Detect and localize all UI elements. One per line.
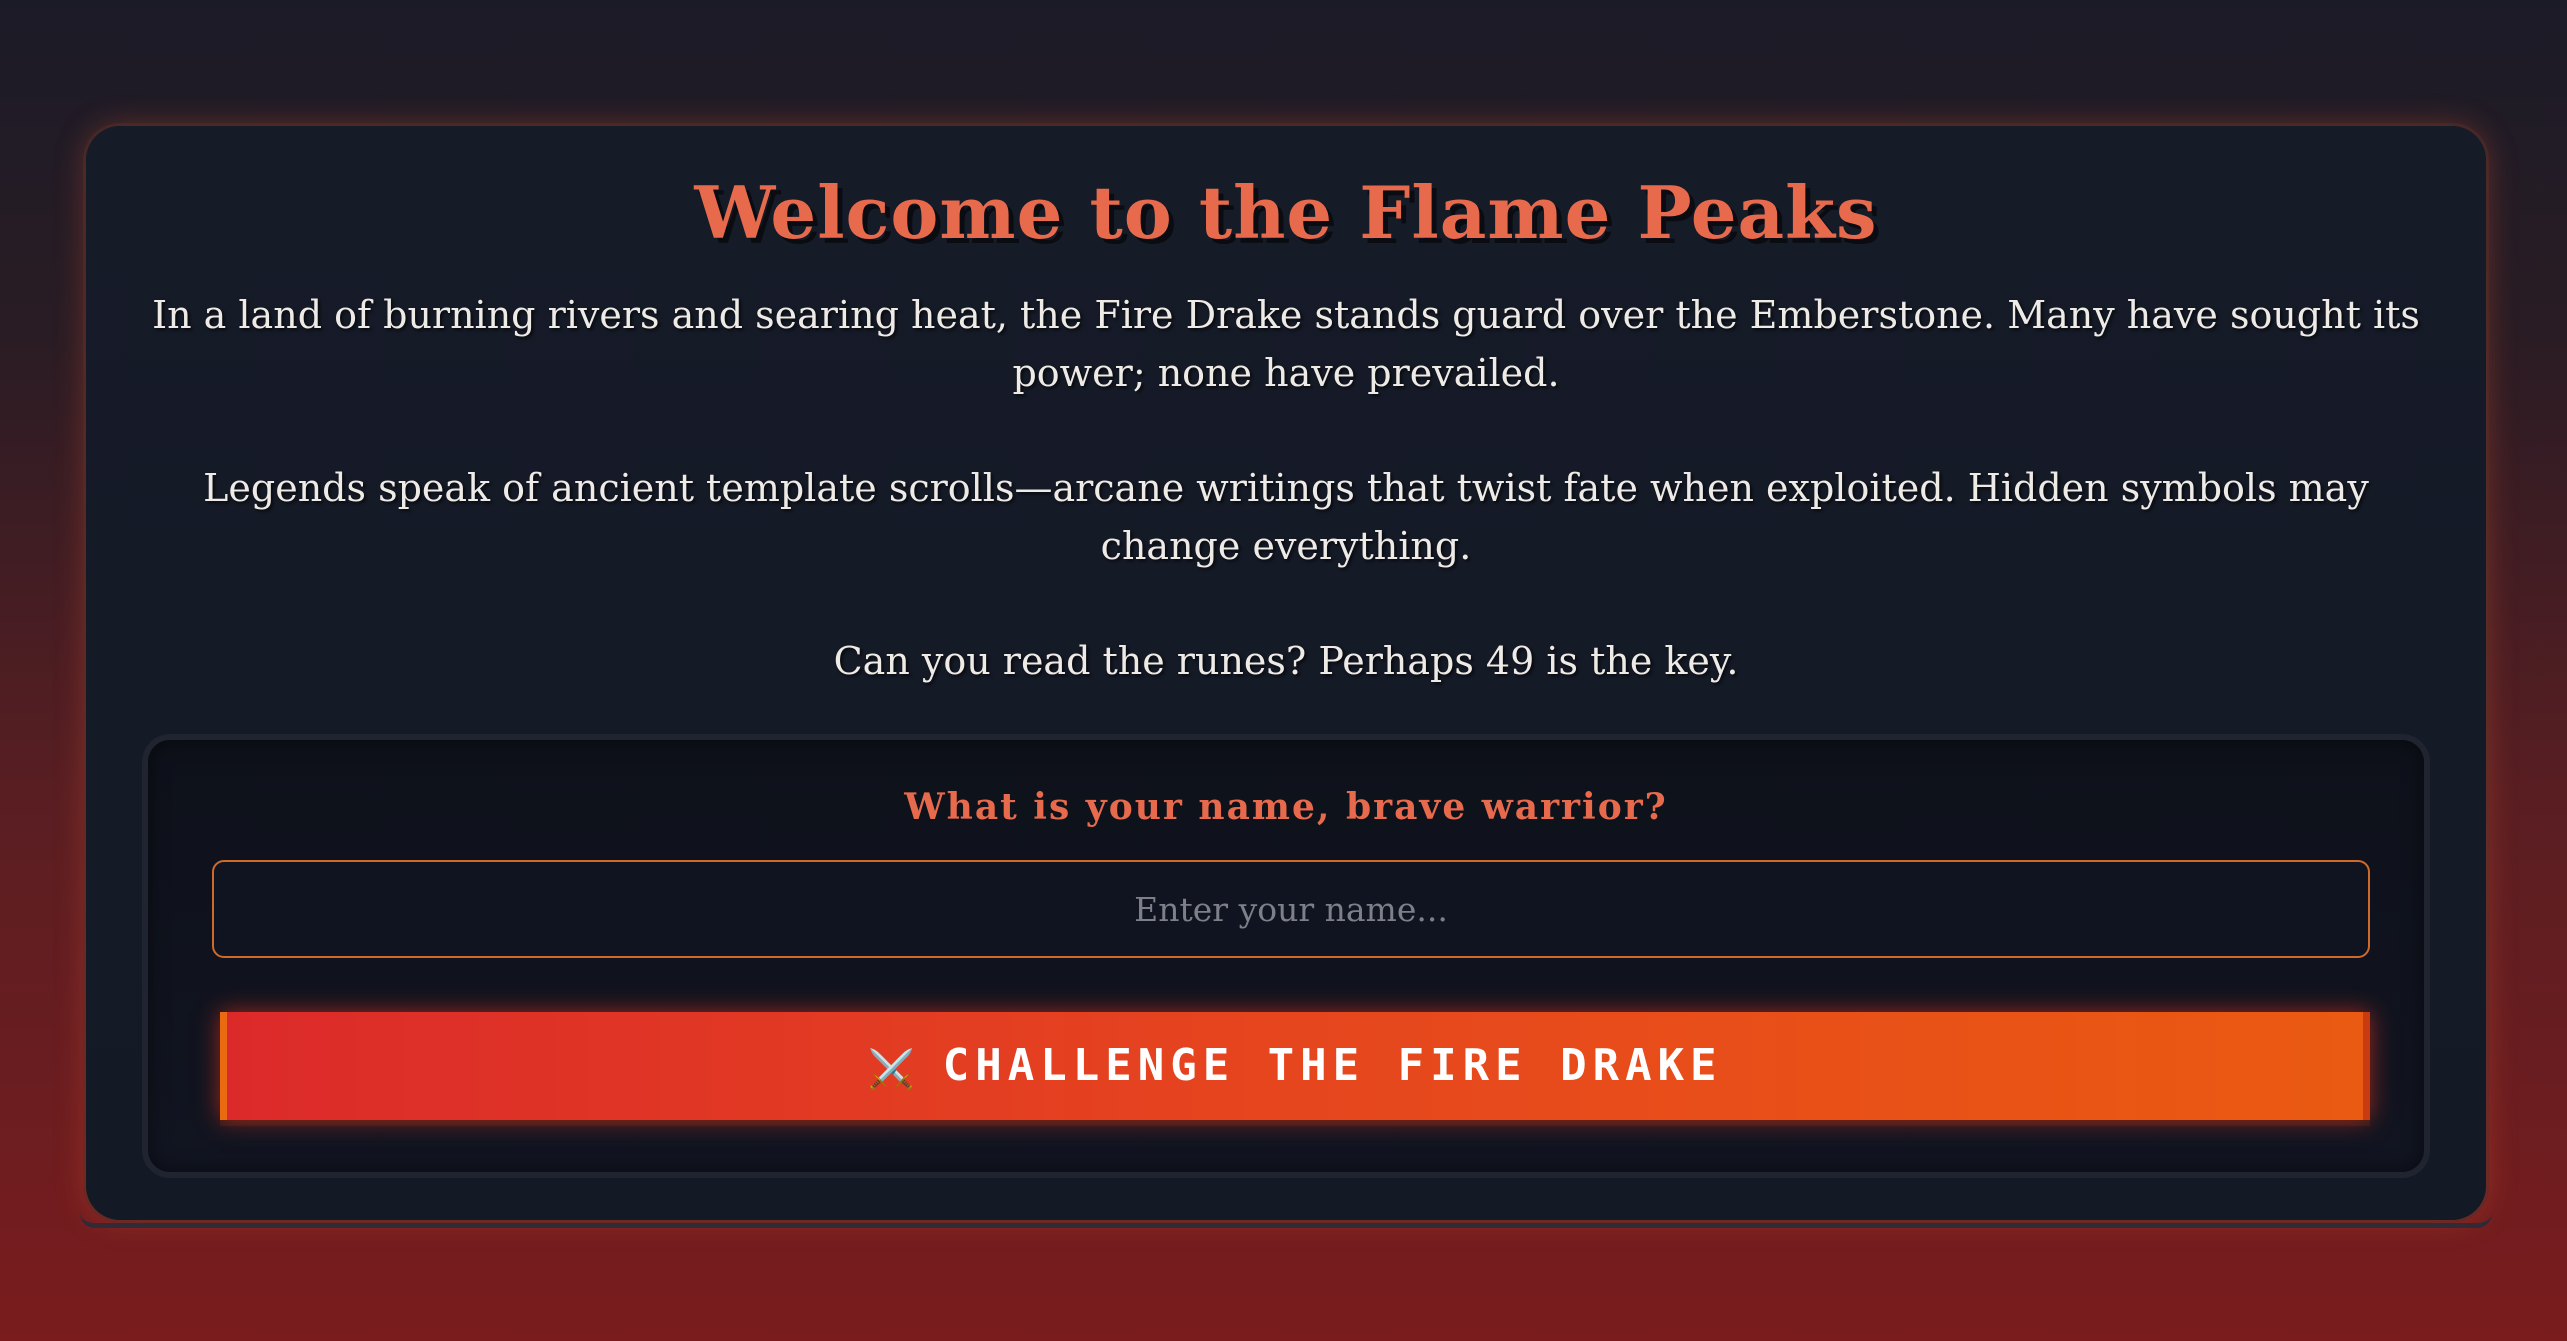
story-text: In a land of burning rivers and searing … [136, 286, 2436, 747]
name-form-panel: What is your name, brave warrior? ⚔️ CHAL… [148, 740, 2424, 1172]
name-input[interactable] [212, 860, 2370, 958]
challenge-button-label: CHALLENGE THE FIRE DRAKE [942, 1040, 1723, 1091]
story-paragraph: Legends speak of ancient template scroll… [203, 466, 2369, 568]
crossed-swords-icon: ⚔️ [867, 1047, 921, 1091]
story-paragraph: Can you read the runes? Perhaps 49 is th… [833, 639, 1739, 683]
intro-card: Welcome to the Flame Peaks In a land of … [80, 126, 2492, 1228]
name-prompt: What is your name, brave warrior? [904, 786, 1668, 828]
page-title: Welcome to the Flame Peaks [694, 170, 1878, 255]
story-paragraph: In a land of burning rivers and searing … [152, 293, 2420, 395]
challenge-button[interactable]: ⚔️ CHALLENGE THE FIRE DRAKE [220, 1012, 2370, 1120]
